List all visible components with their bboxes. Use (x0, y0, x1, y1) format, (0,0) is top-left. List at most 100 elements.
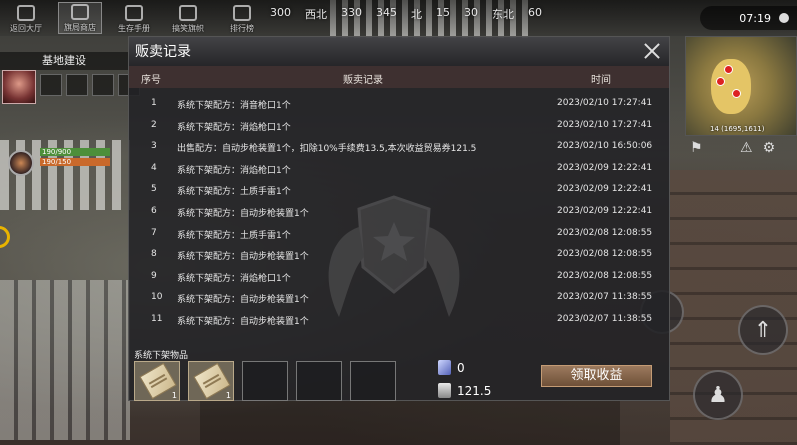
clock: 07:19 (700, 6, 797, 30)
food-text: 190/150 (42, 158, 72, 166)
minimap[interactable]: 14 (1695,1611) (685, 36, 797, 136)
row-record: 系统下架配方：自动步枪装置1个 (177, 295, 309, 306)
column-header-record: 贩卖记录 (343, 75, 383, 86)
crystal-balance: 0 (438, 360, 465, 375)
shop-icon (71, 4, 89, 20)
column-header-index: 序号 (141, 75, 161, 86)
compass-tick: 西北 (305, 8, 327, 21)
compass-tick: 东北 (492, 8, 514, 21)
minimap-coord: (1695,1611) (721, 125, 765, 133)
table-row: 1 系统下架配方：消音枪口1个 2023/02/10 17:27:41 (129, 92, 669, 114)
row-time: 2023/02/08 12:08:55 (557, 249, 653, 260)
row-record: 系统下架配方：自动步枪装置1个 (177, 208, 309, 219)
row-index: 2 (151, 119, 157, 130)
nav-survival-manual[interactable]: 生存手册 (112, 2, 156, 34)
minimap-coordinates: 14 (1695,1611) (710, 125, 764, 133)
nav-label: 搞笑旗帜 (172, 24, 204, 33)
minimap-tools-right: ⚠ ⚙ (740, 140, 775, 156)
minimap-tools: ⚑ (690, 140, 703, 156)
compass-tick: 300 (270, 6, 291, 19)
collect-earnings-button[interactable]: 领取收益 (541, 365, 652, 387)
flag-icon (179, 5, 197, 21)
trade-coupon-icon (438, 383, 451, 398)
team-slot[interactable] (66, 74, 88, 96)
base-title-label: 基地建设 (42, 54, 86, 67)
item-slot-empty[interactable] (242, 361, 288, 401)
nav-flags[interactable]: 搞笑旗帜 (166, 2, 210, 34)
clock-icon (779, 13, 789, 23)
team-slots (40, 74, 140, 96)
table-row: 3 出售配方：自动步枪装置1个，扣除10%手续费13.5,本次收益贸易券121.… (129, 135, 669, 157)
nav-shop[interactable]: 旗局商店 (58, 2, 102, 34)
compass-tick: 北 (411, 8, 422, 21)
dialog-title: 贩卖记录 (135, 44, 191, 60)
row-time: 2023/02/09 12:22:41 (557, 205, 653, 216)
status-icon (8, 150, 34, 176)
row-time: 2023/02/10 17:27:41 (557, 119, 653, 130)
crystal-icon (438, 360, 451, 375)
item-slot[interactable]: 1 (188, 361, 234, 401)
item-slot-empty[interactable] (296, 361, 342, 401)
jump-button[interactable]: ⇑ (738, 305, 788, 355)
compass-tick: 330 (341, 6, 362, 19)
compass-tick: 30 (464, 6, 478, 19)
table-header: 序号 贩卖记录 时间 (129, 66, 669, 88)
clock-time: 07:19 (739, 11, 771, 25)
nav-ranking[interactable]: 排行榜 (220, 2, 264, 34)
row-record: 出售配方：自动步枪装置1个，扣除10%手续费13.5,本次收益贸易券121.5 (177, 144, 477, 155)
compass-tick: 15 (436, 6, 450, 19)
minimap-marker-icon (724, 65, 733, 74)
compass-tick: 60 (528, 6, 542, 19)
player-avatar[interactable] (2, 70, 36, 104)
row-record: 系统下架配方：自动步枪装置1个 (177, 252, 309, 263)
health-bar: 190/900 (40, 148, 110, 156)
column-header-time: 时间 (591, 75, 611, 86)
item-slot-empty[interactable] (350, 361, 396, 401)
row-time: 2023/02/07 11:38:55 (557, 313, 653, 324)
nav-label: 生存手册 (118, 24, 150, 33)
row-record: 系统下架配方：消焰枪口1个 (177, 122, 291, 133)
row-index: 8 (151, 249, 157, 260)
nav-return-lobby[interactable]: 返回大厅 (4, 2, 48, 34)
health-text: 190/900 (42, 148, 72, 156)
home-icon (17, 5, 35, 21)
crouch-button[interactable]: ♟ (693, 370, 743, 420)
hotbar[interactable] (200, 400, 620, 445)
table-row: 10 系统下架配方：自动步枪装置1个 2023/02/07 11:38:55 (129, 286, 669, 308)
coupon-balance: 121.5 (438, 383, 491, 398)
row-time: 2023/02/08 12:08:55 (557, 270, 653, 281)
gear-icon[interactable]: ⚙ (763, 140, 776, 156)
team-slot[interactable] (92, 74, 114, 96)
row-index: 1 (151, 98, 157, 108)
row-index: 3 (151, 141, 157, 152)
minimap-marker-icon (716, 77, 725, 86)
team-slot[interactable] (40, 74, 62, 96)
delisted-items: 1 1 (134, 361, 396, 401)
nav-label: 返回大厅 (10, 24, 42, 33)
book-icon (125, 5, 143, 21)
close-icon[interactable] (641, 40, 663, 62)
fence-decoration (0, 280, 130, 440)
row-index: 5 (151, 184, 157, 195)
base-build-button[interactable]: 基地建设 (0, 52, 128, 70)
row-record: 系统下架配方：土质手雷1个 (177, 187, 291, 198)
item-slot[interactable]: 1 (134, 361, 180, 401)
vitals-bars: 190/900 190/150 (40, 148, 110, 168)
sales-record-dialog: 贩卖记录 序号 贩卖记录 时间 1 系统下架配方：消音枪口1个 2023/02/… (128, 36, 670, 401)
row-index: 6 (151, 205, 157, 216)
row-time: 2023/02/10 17:27:41 (557, 98, 653, 108)
flag-icon[interactable]: ⚑ (690, 140, 703, 156)
table-row: 9 系统下架配方：消焰枪口1个 2023/02/08 12:08:55 (129, 265, 669, 287)
coupon-amount: 121.5 (457, 383, 492, 398)
minimap-zone: 14 (710, 125, 719, 133)
row-time: 2023/02/09 12:22:41 (557, 184, 653, 195)
compass-tick: 345 (376, 6, 397, 19)
table-row: 4 系统下架配方：消焰枪口1个 2023/02/09 12:22:41 (129, 157, 669, 179)
row-index: 7 (151, 227, 157, 238)
record-table: 1 系统下架配方：消音枪口1个 2023/02/10 17:27:41 2 系统… (129, 92, 669, 330)
row-record: 系统下架配方：消音枪口1个 (177, 101, 291, 111)
table-row: 5 系统下架配方：土质手雷1个 2023/02/09 12:22:41 (129, 178, 669, 200)
table-row: 7 系统下架配方：土质手雷1个 2023/02/08 12:08:55 (129, 222, 669, 244)
warning-icon[interactable]: ⚠ (740, 140, 753, 156)
nav-label: 旗局商店 (64, 23, 96, 32)
